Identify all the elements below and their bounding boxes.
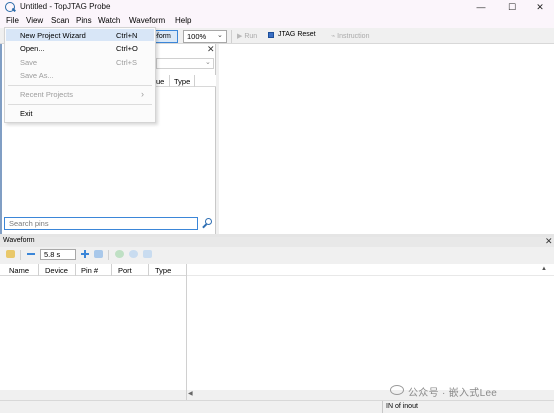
run-button[interactable]: ▶ Run: [237, 31, 257, 40]
column-pin-number[interactable]: Pin #: [81, 266, 98, 275]
app-window: Untitled - TopJTAG Probe — ☐ ✕ File View…: [0, 0, 554, 413]
menu-watch[interactable]: Watch: [98, 16, 120, 25]
menu-item-exit[interactable]: Exit: [20, 109, 33, 118]
scroll-up-arrow-icon[interactable]: ▲: [541, 266, 547, 272]
fit-icon[interactable]: [94, 250, 103, 258]
zoom-out-icon[interactable]: [27, 253, 35, 255]
chevron-down-icon[interactable]: ⌄: [217, 31, 223, 39]
horizontal-scrollbar[interactable]: [187, 390, 554, 400]
scroll-left-arrow-icon[interactable]: ◀: [188, 390, 193, 397]
column-value[interactable]: ue: [156, 77, 164, 86]
column-divider[interactable]: [38, 264, 39, 276]
toolbar-divider: [108, 250, 109, 260]
column-divider[interactable]: [194, 75, 195, 87]
column-device[interactable]: Device: [45, 266, 68, 275]
chevron-down-icon[interactable]: ⌄: [205, 58, 211, 66]
close-icon[interactable]: ✕: [545, 236, 553, 247]
column-port[interactable]: Port: [118, 266, 132, 275]
main-view: [219, 44, 554, 234]
search-button[interactable]: [200, 217, 214, 230]
status-bar: [0, 400, 554, 413]
waveform-signal-table[interactable]: [0, 276, 186, 390]
capture-icon[interactable]: [129, 250, 138, 258]
search-pins-input[interactable]: Search pins: [4, 217, 198, 230]
chevron-right-icon: ›: [141, 89, 144, 99]
desktop-edge: [0, 44, 2, 234]
wechat-icon: [390, 385, 404, 395]
menu-separator: [8, 85, 152, 86]
menu-file[interactable]: File: [6, 16, 19, 25]
chip-icon: [268, 32, 274, 38]
watermark-text: 公众号 · 嵌入式Lee: [408, 388, 498, 399]
waveform-panel-title: Waveform: [3, 237, 35, 244]
menu-pins[interactable]: Pins: [76, 16, 92, 25]
shortcut-label: Ctrl+O: [116, 44, 138, 53]
time-scale-field[interactable]: 5.8 s: [40, 249, 76, 260]
menu-view[interactable]: View: [26, 16, 43, 25]
menu-separator: [8, 104, 152, 105]
column-name[interactable]: Name: [9, 266, 29, 275]
menu-item-recent-projects[interactable]: Recent Projects: [20, 90, 73, 99]
toolbar-divider: [231, 30, 232, 43]
column-divider[interactable]: [169, 75, 170, 87]
toolbar-divider: [20, 250, 21, 260]
minimize-button[interactable]: —: [466, 0, 496, 14]
pin-direction-status: IN of inout: [386, 403, 418, 410]
column-type[interactable]: Type: [155, 266, 171, 275]
menu-item-open[interactable]: Open...: [20, 44, 45, 53]
refresh-icon[interactable]: [115, 250, 124, 258]
menu-scan[interactable]: Scan: [51, 16, 69, 25]
folder-icon[interactable]: [6, 250, 15, 258]
instruction-button[interactable]: ⌁ Instruction: [331, 31, 369, 40]
close-window-button[interactable]: ✕: [525, 0, 554, 14]
column-type[interactable]: Type: [174, 77, 190, 86]
jtag-reset-button[interactable]: JTAG Reset: [278, 31, 316, 38]
waveform-panel-titlebar: [0, 237, 554, 247]
column-divider[interactable]: [75, 264, 76, 276]
menu-help[interactable]: Help: [175, 16, 191, 25]
export-icon[interactable]: [143, 250, 152, 258]
status-divider: [382, 401, 383, 413]
menu-item-new-project-wizard[interactable]: New Project Wizard: [20, 31, 86, 40]
magnifier-app-icon: [5, 2, 15, 12]
menu-waveform[interactable]: Waveform: [129, 16, 165, 25]
column-divider[interactable]: [148, 264, 149, 276]
zoom-in-icon[interactable]: [81, 250, 89, 258]
shortcut-label: Ctrl+S: [116, 58, 138, 67]
close-icon[interactable]: ✕: [207, 44, 215, 55]
shortcut-label: Ctrl+N: [116, 31, 138, 40]
window-title: Untitled - TopJTAG Probe: [20, 2, 111, 11]
waveform-divider[interactable]: [186, 264, 187, 400]
time-ruler: [187, 264, 554, 276]
waveform-display[interactable]: [187, 264, 554, 390]
menu-item-save[interactable]: Save: [20, 58, 37, 67]
menu-item-save-as[interactable]: Save As...: [20, 71, 54, 80]
search-icon-handle: [202, 223, 207, 229]
column-divider[interactable]: [111, 264, 112, 276]
maximize-button[interactable]: ☐: [497, 0, 527, 14]
